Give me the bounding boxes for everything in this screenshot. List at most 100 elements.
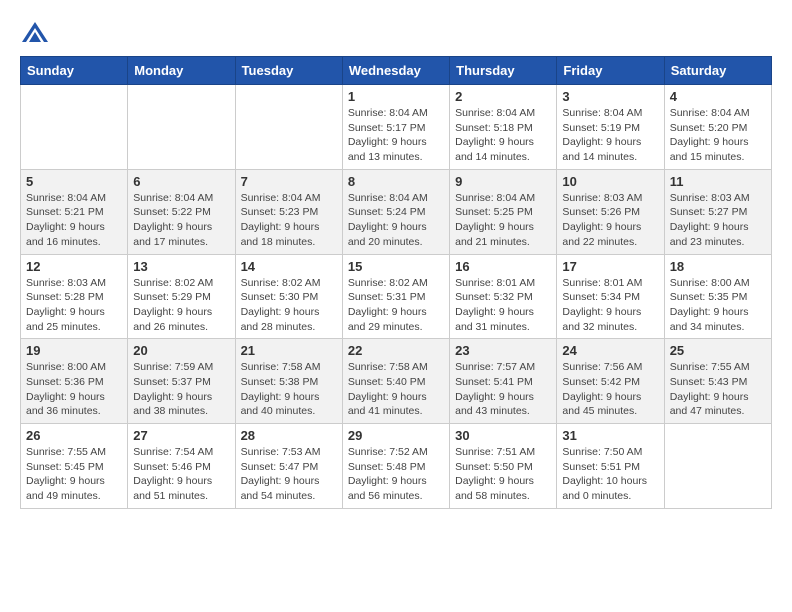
calendar-cell: 3Sunrise: 8:04 AM Sunset: 5:19 PM Daylig… [557,85,664,170]
cell-info-text: Sunrise: 8:03 AM Sunset: 5:28 PM Dayligh… [26,276,122,335]
cell-day-number: 8 [348,174,444,189]
cell-day-number: 22 [348,343,444,358]
calendar-week-row: 26 Sunrise: 7:55 AM Sunset: 5:45 PM Dayli… [21,424,772,509]
cell-day-number: 20 [133,343,229,358]
day-header-thursday: Thursday [450,57,557,85]
calendar-cell: 30 Sunrise: 7:51 AM Sunset: 5:50 PM Dayli… [450,424,557,509]
calendar-cell: 26 Sunrise: 7:55 AM Sunset: 5:45 PM Dayli… [21,424,128,509]
calendar-week-row: 19 Sunrise: 8:00 AM Sunset: 5:36 PM Dayli… [21,339,772,424]
day-header-sunday: Sunday [21,57,128,85]
cell-day-number: 19 [26,343,122,358]
calendar-cell: 20Sunrise: 7:59 AM Sunset: 5:37 PM Dayli… [128,339,235,424]
calendar-cell: 12 Sunrise: 8:03 AM Sunset: 5:28 PM Dayli… [21,254,128,339]
calendar-cell: 19 Sunrise: 8:00 AM Sunset: 5:36 PM Dayli… [21,339,128,424]
cell-day-number: 27 [133,428,229,443]
calendar-cell: 28 Sunrise: 7:53 AM Sunset: 5:47 PM Dayli… [235,424,342,509]
cell-info-text: Sunrise: 7:51 AM Sunset: 5:50 PM Dayligh… [455,445,551,504]
cell-day-number: 15 [348,259,444,274]
cell-day-number: 21 [241,343,337,358]
day-header-saturday: Saturday [664,57,771,85]
cell-info-text: Sunrise: 8:04 AM Sunset: 5:21 PM Dayligh… [26,191,122,250]
calendar-cell: 27 Sunrise: 7:54 AM Sunset: 5:46 PM Dayli… [128,424,235,509]
logo [20,20,54,50]
calendar-header-row: SundayMondayTuesdayWednesdayThursdayFrid… [21,57,772,85]
calendar-cell: 6 Sunrise: 8:04 AM Sunset: 5:22 PM Daylig… [128,169,235,254]
cell-day-number: 16 [455,259,551,274]
cell-info-text: Sunrise: 8:04 AM Sunset: 5:23 PM Dayligh… [241,191,337,250]
day-header-tuesday: Tuesday [235,57,342,85]
cell-day-number: 11 [670,174,766,189]
calendar-cell: 7 Sunrise: 8:04 AM Sunset: 5:23 PM Daylig… [235,169,342,254]
header [20,20,772,50]
cell-info-text: Sunrise: 8:03 AM Sunset: 5:27 PM Dayligh… [670,191,766,250]
cell-info-text: Sunrise: 8:01 AM Sunset: 5:34 PM Dayligh… [562,276,658,335]
cell-info-text: Sunrise: 8:04 AM Sunset: 5:22 PM Dayligh… [133,191,229,250]
calendar-cell: 8 Sunrise: 8:04 AM Sunset: 5:24 PM Daylig… [342,169,449,254]
cell-day-number: 1 [348,89,444,104]
day-header-wednesday: Wednesday [342,57,449,85]
cell-day-number: 13 [133,259,229,274]
cell-info-text: Sunrise: 7:54 AM Sunset: 5:46 PM Dayligh… [133,445,229,504]
calendar-cell: 16 Sunrise: 8:01 AM Sunset: 5:32 PM Dayli… [450,254,557,339]
cell-day-number: 31 [562,428,658,443]
cell-info-text: Sunrise: 7:52 AM Sunset: 5:48 PM Dayligh… [348,445,444,504]
cell-info-text: Sunrise: 7:58 AM Sunset: 5:40 PM Dayligh… [348,360,444,419]
cell-info-text: Sunrise: 7:53 AM Sunset: 5:47 PM Dayligh… [241,445,337,504]
cell-info-text: Sunrise: 8:04 AM Sunset: 5:24 PM Dayligh… [348,191,444,250]
cell-info-text: Sunrise: 7:57 AM Sunset: 5:41 PM Dayligh… [455,360,551,419]
calendar-cell: 24Sunrise: 7:56 AM Sunset: 5:42 PM Dayli… [557,339,664,424]
calendar-cell: 14Sunrise: 8:02 AM Sunset: 5:30 PM Dayli… [235,254,342,339]
cell-info-text: Sunrise: 7:56 AM Sunset: 5:42 PM Dayligh… [562,360,658,419]
calendar-cell [128,85,235,170]
cell-info-text: Sunrise: 7:55 AM Sunset: 5:43 PM Dayligh… [670,360,766,419]
cell-day-number: 25 [670,343,766,358]
calendar-week-row: 12 Sunrise: 8:03 AM Sunset: 5:28 PM Dayli… [21,254,772,339]
calendar-week-row: 1Sunrise: 8:04 AM Sunset: 5:17 PM Daylig… [21,85,772,170]
cell-day-number: 5 [26,174,122,189]
day-header-monday: Monday [128,57,235,85]
calendar-cell: 10Sunrise: 8:03 AM Sunset: 5:26 PM Dayli… [557,169,664,254]
calendar-cell: 13 Sunrise: 8:02 AM Sunset: 5:29 PM Dayli… [128,254,235,339]
calendar-cell: 18 Sunrise: 8:00 AM Sunset: 5:35 PM Dayli… [664,254,771,339]
cell-day-number: 2 [455,89,551,104]
cell-info-text: Sunrise: 8:04 AM Sunset: 5:25 PM Dayligh… [455,191,551,250]
calendar-cell [664,424,771,509]
calendar-cell: 23 Sunrise: 7:57 AM Sunset: 5:41 PM Dayli… [450,339,557,424]
cell-info-text: Sunrise: 7:50 AM Sunset: 5:51 PM Dayligh… [562,445,658,504]
calendar-cell: 31 Sunrise: 7:50 AM Sunset: 5:51 PM Dayli… [557,424,664,509]
cell-day-number: 17 [562,259,658,274]
calendar-cell [21,85,128,170]
cell-info-text: Sunrise: 7:55 AM Sunset: 5:45 PM Dayligh… [26,445,122,504]
cell-day-number: 3 [562,89,658,104]
calendar-cell: 9Sunrise: 8:04 AM Sunset: 5:25 PM Daylig… [450,169,557,254]
cell-info-text: Sunrise: 8:02 AM Sunset: 5:29 PM Dayligh… [133,276,229,335]
cell-day-number: 14 [241,259,337,274]
cell-info-text: Sunrise: 8:01 AM Sunset: 5:32 PM Dayligh… [455,276,551,335]
cell-info-text: Sunrise: 8:00 AM Sunset: 5:35 PM Dayligh… [670,276,766,335]
calendar-cell: 4Sunrise: 8:04 AM Sunset: 5:20 PM Daylig… [664,85,771,170]
page: SundayMondayTuesdayWednesdayThursdayFrid… [0,0,792,519]
cell-day-number: 12 [26,259,122,274]
cell-day-number: 30 [455,428,551,443]
cell-day-number: 6 [133,174,229,189]
cell-info-text: Sunrise: 8:00 AM Sunset: 5:36 PM Dayligh… [26,360,122,419]
cell-day-number: 18 [670,259,766,274]
calendar-cell: 29Sunrise: 7:52 AM Sunset: 5:48 PM Dayli… [342,424,449,509]
cell-day-number: 28 [241,428,337,443]
logo-icon [20,20,50,50]
calendar: SundayMondayTuesdayWednesdayThursdayFrid… [20,56,772,509]
calendar-cell: 1Sunrise: 8:04 AM Sunset: 5:17 PM Daylig… [342,85,449,170]
day-header-friday: Friday [557,57,664,85]
calendar-cell: 15 Sunrise: 8:02 AM Sunset: 5:31 PM Dayli… [342,254,449,339]
cell-info-text: Sunrise: 7:58 AM Sunset: 5:38 PM Dayligh… [241,360,337,419]
calendar-week-row: 5 Sunrise: 8:04 AM Sunset: 5:21 PM Daylig… [21,169,772,254]
cell-info-text: Sunrise: 8:04 AM Sunset: 5:20 PM Dayligh… [670,106,766,165]
calendar-cell: 2Sunrise: 8:04 AM Sunset: 5:18 PM Daylig… [450,85,557,170]
cell-day-number: 26 [26,428,122,443]
cell-day-number: 7 [241,174,337,189]
cell-info-text: Sunrise: 8:02 AM Sunset: 5:31 PM Dayligh… [348,276,444,335]
calendar-cell: 5 Sunrise: 8:04 AM Sunset: 5:21 PM Daylig… [21,169,128,254]
calendar-cell: 25 Sunrise: 7:55 AM Sunset: 5:43 PM Dayli… [664,339,771,424]
cell-info-text: Sunrise: 8:03 AM Sunset: 5:26 PM Dayligh… [562,191,658,250]
cell-day-number: 23 [455,343,551,358]
